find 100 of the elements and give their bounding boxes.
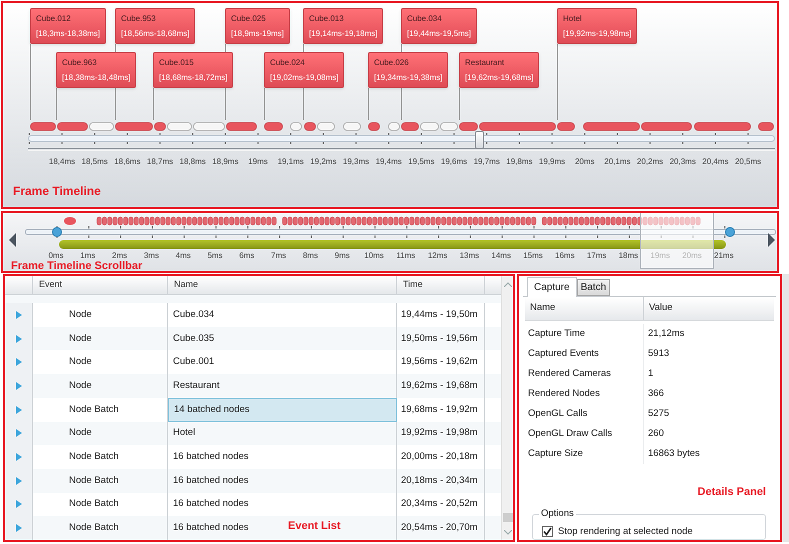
expand-icon[interactable]	[16, 429, 22, 438]
event-callout[interactable]: Cube.963 [18,38ms-18,48ms]	[56, 52, 136, 88]
tick-label: 19,8ms	[505, 156, 534, 168]
tab[interactable]: Capture	[527, 277, 577, 297]
callout-range: [18,9ms-19ms]	[231, 29, 284, 39]
column-header[interactable]: Value	[644, 297, 774, 320]
tick-label: 18,9ms	[211, 156, 240, 168]
table-cell: 19,68ms - 19,92m	[401, 402, 478, 417]
callout-range: [19,34ms-19,38ms]	[374, 73, 442, 83]
column-header[interactable]: Name	[525, 297, 644, 320]
tick-label: 20,1ms	[603, 156, 632, 168]
tick-label: 20,4ms	[701, 156, 730, 168]
event-segment[interactable]	[479, 122, 556, 131]
event-callout[interactable]: Cube.024 [19,02ms-19,08ms]	[264, 52, 344, 88]
leader-line	[56, 88, 57, 120]
event-segment[interactable]	[758, 122, 774, 131]
event-callout[interactable]: Cube.015 [18,68ms-18,72ms]	[153, 52, 234, 88]
event-segment[interactable]	[30, 122, 56, 131]
callout-title: Cube.034	[407, 14, 443, 24]
checkbox[interactable]	[542, 526, 553, 538]
scroll-up-icon	[504, 282, 512, 287]
table-cell-text: Node Batch	[69, 450, 119, 464]
event-segment[interactable]	[641, 122, 692, 131]
range-handle[interactable]	[725, 227, 735, 237]
tab[interactable]: Batch	[576, 279, 610, 296]
table-cell: Node Batch	[69, 402, 119, 417]
event-segment[interactable]	[557, 122, 575, 131]
property-name: Capture Time	[528, 326, 586, 341]
event-callout[interactable]: Cube.012 [18,3ms-18,38ms]	[30, 8, 106, 44]
event-segment[interactable]	[459, 122, 478, 131]
expand-icon[interactable]	[16, 382, 22, 390]
event-segment[interactable]	[401, 122, 419, 131]
expand-icon[interactable]	[16, 524, 22, 532]
property-name: Rendered Cameras	[528, 366, 611, 381]
slider-thumb[interactable]	[475, 131, 484, 149]
scroll-thumb[interactable]	[503, 513, 513, 522]
tick-label: 10ms	[363, 250, 385, 262]
viewport-window[interactable]	[640, 213, 714, 269]
event-segment[interactable]	[264, 122, 283, 131]
event-segment[interactable]	[226, 122, 257, 131]
tick-label: 12ms	[426, 250, 448, 262]
scroll-left-icon[interactable]	[9, 233, 16, 247]
annotation-label: Frame Timeline Scrollbar	[11, 260, 142, 271]
expand-icon[interactable]	[16, 406, 22, 414]
tick-label: 18,7ms	[146, 156, 174, 168]
tick-label: 0ms	[47, 250, 65, 261]
tick-label: 18,8ms	[178, 156, 207, 168]
empty-segment[interactable]	[343, 122, 361, 131]
range-bar[interactable]	[59, 240, 726, 249]
table-cell-text: 19,92ms - 19,98m	[401, 426, 478, 440]
event-segment[interactable]	[154, 122, 166, 131]
event-segment[interactable]	[694, 122, 751, 131]
vertical-scrollbar[interactable]	[501, 276, 513, 540]
tick-label: 19,2ms	[309, 156, 338, 168]
tick-label: 2ms	[111, 250, 128, 261]
table-cell: 19,56ms - 19,62m	[401, 355, 478, 370]
property-value: 366	[648, 386, 664, 401]
table-cell: 20,54ms - 20,70m	[401, 521, 478, 536]
property-value: 5275	[648, 406, 670, 421]
event-callout[interactable]: Hotel [19,92ms-19,98ms]	[557, 8, 638, 44]
property-name: Rendered Nodes	[528, 386, 600, 401]
event-callout[interactable]: Cube.013 [19,14ms-19,18ms]	[303, 8, 384, 44]
event-callout[interactable]: Cube.026 [19,34ms-19,38ms]	[368, 52, 448, 88]
event-segment[interactable]	[304, 122, 316, 131]
event-segment[interactable]	[368, 122, 380, 131]
column-header[interactable]: Time	[397, 276, 485, 294]
callout-range: [19,02ms-19,08ms]	[270, 73, 338, 83]
annotation-label: Details Panel	[698, 485, 766, 500]
event-callout[interactable]: Restaurant [19,62ms-19,68ms]	[459, 52, 540, 88]
column-header[interactable]: Name	[168, 276, 397, 294]
event-segment[interactable]	[583, 122, 640, 131]
expand-icon[interactable]	[16, 334, 22, 343]
event-segment[interactable]	[115, 122, 153, 131]
expand-icon[interactable]	[16, 476, 22, 485]
range-handle[interactable]	[52, 227, 62, 237]
callout-title: Cube.025	[231, 14, 267, 24]
event-callout[interactable]: Cube.034 [19,44ms-19,5ms]	[401, 8, 478, 44]
tick-label: 20ms	[574, 156, 596, 168]
expand-icon[interactable]	[16, 310, 22, 319]
callout-range: [19,92ms-19,98ms]	[563, 29, 632, 39]
table-cell-text: 20,34ms - 20,52m	[401, 497, 478, 512]
empty-segment[interactable]	[290, 122, 302, 131]
callout-title: Cube.953	[121, 14, 157, 24]
column-header[interactable]: Event	[33, 276, 168, 294]
expand-icon[interactable]	[16, 453, 22, 462]
scroll-right-icon[interactable]	[768, 233, 775, 247]
tick-label: 19,4ms	[374, 156, 403, 168]
tick-label: 18,4ms	[48, 156, 76, 168]
event-segment[interactable]	[57, 122, 88, 131]
table-cell[interactable]: 14 batched nodes	[168, 398, 397, 422]
leader-line	[368, 88, 369, 120]
tick-label: 18,5ms	[80, 156, 109, 168]
tick-label: 4ms	[174, 250, 192, 262]
event-callout[interactable]: Cube.025 [18,9ms-19ms]	[225, 8, 290, 44]
property-value: 5913	[648, 346, 670, 361]
table-cell-text: Node Batch	[69, 497, 119, 512]
expand-icon[interactable]	[16, 500, 22, 508]
event-callout[interactable]: Cube.953 [18,56ms-18,68ms]	[115, 8, 196, 44]
tick-label: 20,5ms	[734, 156, 762, 168]
expand-icon[interactable]	[16, 358, 22, 366]
